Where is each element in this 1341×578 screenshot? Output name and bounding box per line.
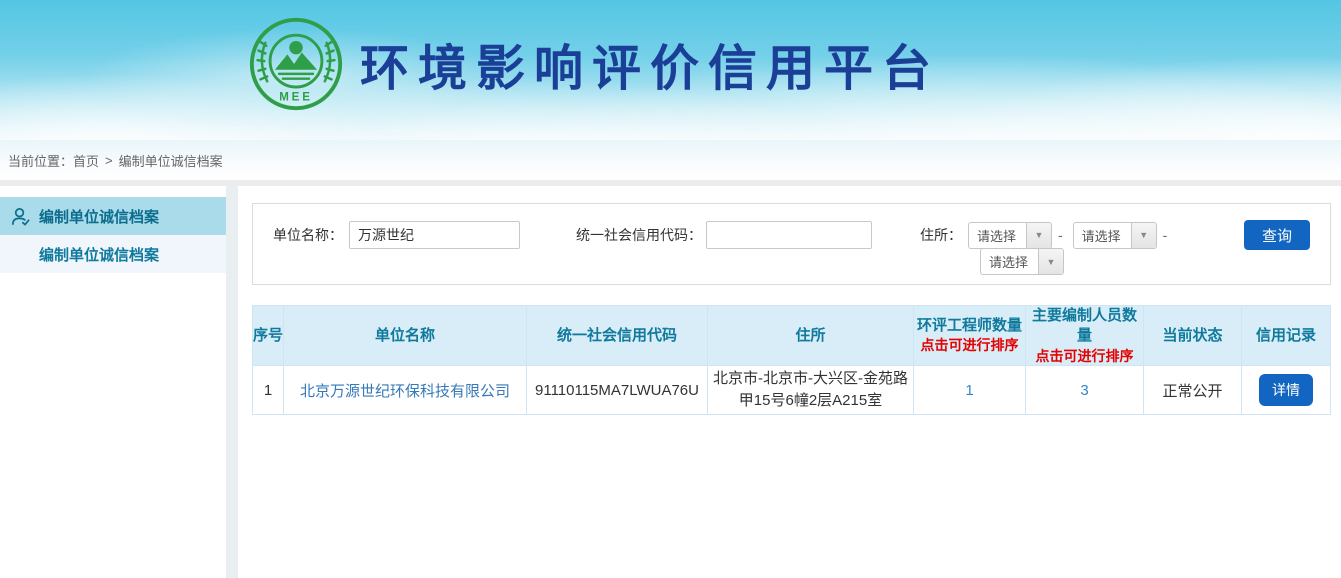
credit-code-input[interactable] [706, 221, 872, 249]
col-header-engineer-count-label: 环评工程师数量 [917, 317, 1022, 334]
company-name-link[interactable]: 北京万源世纪环保科技有限公司 [300, 383, 510, 400]
sidebar-subitem-label: 编制单位诚信档案 [39, 244, 159, 265]
site-title: 环境影响评价信用平台 [360, 29, 940, 100]
breadcrumb-prefix: 当前位置： [8, 151, 73, 170]
col-header-staff-count-sortable[interactable]: 主要编制人员数量 点击可进行排序 [1026, 306, 1144, 366]
breadcrumb-current: 编制单位诚信档案 [119, 151, 223, 170]
company-name-label: 单位名称： [273, 225, 343, 245]
col-header-index: 序号 [253, 306, 284, 366]
select-value: 请选择 [1074, 223, 1131, 248]
chevron-down-icon[interactable]: ▼ [1026, 223, 1051, 248]
breadcrumb-separator: > [105, 153, 113, 168]
query-button[interactable]: 查询 [1244, 220, 1310, 250]
select-value: 请选择 [981, 249, 1038, 274]
credit-code-label: 统一社会信用代码： [576, 225, 702, 245]
cell-index: 1 [253, 366, 284, 415]
address-line1: 北京市-北京市-大兴区-金苑路 [713, 370, 908, 387]
sidebar-item-unit-credit-archive[interactable]: 编制单位诚信档案 [0, 197, 226, 235]
staff-count-link[interactable]: 3 [1080, 382, 1088, 399]
main-content: 单位名称： 统一社会信用代码： 住所： 请选择 ▼ - 请选择 ▼ - 查询 请… [238, 186, 1341, 578]
sidebar: 编制单位诚信档案 编制单位诚信档案 [0, 186, 226, 578]
select-value: 请选择 [969, 223, 1026, 248]
col-header-engineer-count-sortable[interactable]: 环评工程师数量 点击可进行排序 [914, 306, 1026, 366]
site-banner: MEE 环境影响评价信用平台 [0, 0, 1341, 140]
col-header-staff-count-label: 主要编制人员数量 [1032, 307, 1137, 344]
sidebar-subitem-unit-credit-archive[interactable]: 编制单位诚信档案 [0, 235, 226, 273]
address-city-select[interactable]: 请选择 ▼ [1073, 222, 1157, 249]
mee-logo-icon: MEE [248, 16, 344, 112]
sort-hint: 点击可进行排序 [914, 336, 1025, 355]
breadcrumb: 当前位置： 首页 > 编制单位诚信档案 [0, 140, 1341, 180]
col-header-company: 单位名称 [284, 306, 527, 366]
sidebar-content-gutter [226, 186, 238, 578]
address-line2: 甲15号6幢2层A215室 [739, 392, 882, 409]
table-row: 1 北京万源世纪环保科技有限公司 91110115MA7LWUA76U 北京市-… [253, 366, 1331, 415]
search-panel: 单位名称： 统一社会信用代码： 住所： 请选择 ▼ - 请选择 ▼ - 查询 请… [252, 203, 1331, 285]
detail-button[interactable]: 详情 [1259, 374, 1313, 406]
address-district-select[interactable]: 请选择 ▼ [980, 248, 1064, 275]
svg-text:MEE: MEE [279, 91, 313, 103]
table-header-row: 序号 单位名称 统一社会信用代码 住所 环评工程师数量 点击可进行排序 主要编制… [253, 306, 1331, 366]
address-province-select[interactable]: 请选择 ▼ [968, 222, 1052, 249]
engineer-count-link[interactable]: 1 [965, 382, 973, 399]
cell-status: 正常公开 [1144, 366, 1242, 415]
chevron-down-icon[interactable]: ▼ [1038, 249, 1063, 274]
user-check-icon [10, 206, 31, 227]
address-label: 住所： [920, 225, 962, 245]
breadcrumb-home-link[interactable]: 首页 [73, 151, 99, 170]
col-header-credit-record: 信用记录 [1242, 306, 1331, 366]
cell-address: 北京市-北京市-大兴区-金苑路 甲15号6幢2层A215室 [708, 366, 914, 415]
sidebar-item-label: 编制单位诚信档案 [39, 206, 159, 227]
company-name-input[interactable] [349, 221, 520, 249]
dash-separator: - [1058, 227, 1063, 243]
dash-separator: - [1163, 227, 1168, 243]
results-table: 序号 单位名称 统一社会信用代码 住所 环评工程师数量 点击可进行排序 主要编制… [252, 305, 1331, 415]
col-header-address: 住所 [708, 306, 914, 366]
sort-hint: 点击可进行排序 [1026, 347, 1143, 366]
cell-credit-code: 91110115MA7LWUA76U [527, 366, 708, 415]
col-header-credit-code: 统一社会信用代码 [527, 306, 708, 366]
col-header-status: 当前状态 [1144, 306, 1242, 366]
chevron-down-icon[interactable]: ▼ [1131, 223, 1156, 248]
